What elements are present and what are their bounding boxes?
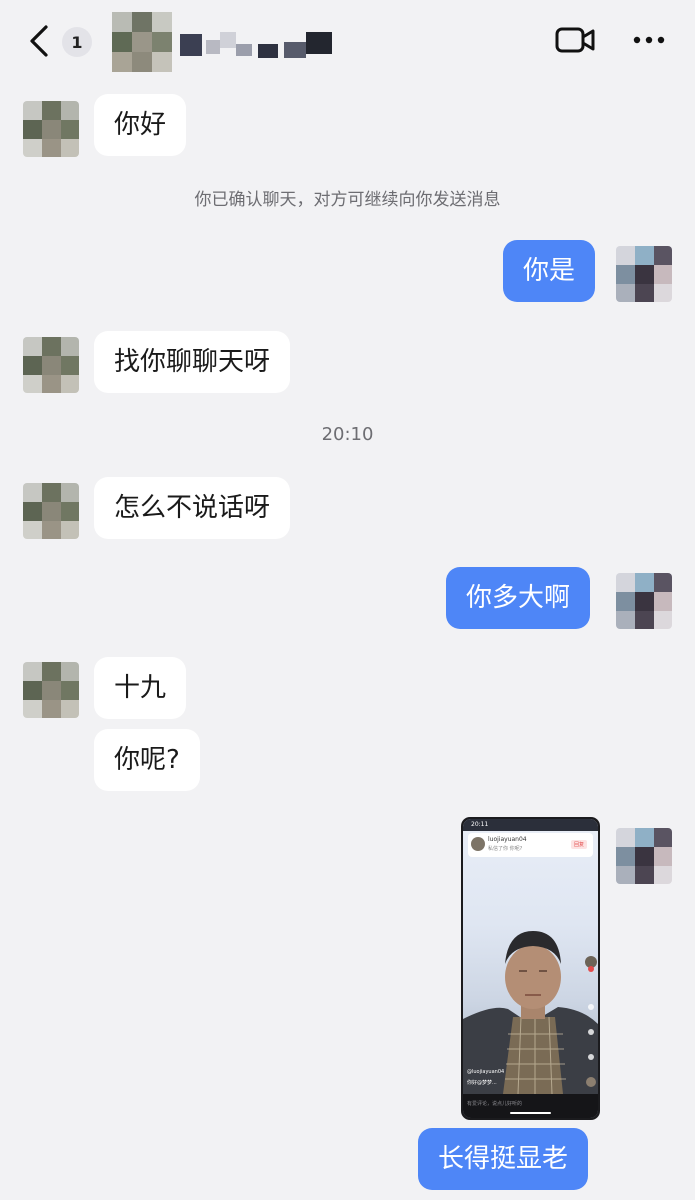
message-bubble-outgoing[interactable]: 长得挺显老	[418, 1128, 589, 1190]
screenshot-caption-user: @luojiayuan04	[467, 1069, 505, 1075]
contact-avatar[interactable]	[23, 662, 79, 718]
message-bubble-incoming[interactable]: 你好	[94, 94, 187, 156]
screenshot-caption-line: 你好@梦梦...	[467, 1080, 497, 1086]
back-button[interactable]	[22, 20, 56, 62]
my-avatar[interactable]	[616, 573, 672, 629]
message-bubble-incoming[interactable]: 十九	[94, 657, 187, 719]
time-divider: 20:10	[321, 424, 374, 445]
message-bubble-incoming[interactable]: 找你聊聊天呀	[94, 331, 291, 393]
shared-screenshot-message[interactable]: 20:11 20:11 luojiayuan04 私信了你 你呢? 回复	[461, 817, 600, 1120]
video-camera-icon	[555, 27, 595, 53]
contact-name-pixelated[interactable]	[180, 30, 335, 60]
unread-count-badge[interactable]: 1	[62, 27, 92, 57]
message-bubble-outgoing[interactable]: 你是	[503, 240, 596, 302]
chevron-left-icon	[30, 25, 48, 57]
contact-avatar[interactable]	[23, 483, 79, 539]
message-bubble-incoming[interactable]: 怎么不说话呀	[94, 477, 291, 539]
message-bubble-incoming[interactable]: 你呢?	[94, 729, 200, 791]
contact-avatar[interactable]	[23, 101, 79, 157]
more-dots-icon	[633, 36, 665, 44]
screenshot-comment-hint: 有爱评论，说点儿好听的	[467, 1101, 523, 1107]
my-avatar[interactable]	[616, 828, 672, 884]
system-notice: 你已确认聊天，对方可继续向你发送消息	[194, 190, 501, 210]
video-call-button[interactable]	[553, 22, 597, 58]
contact-avatar[interactable]	[23, 337, 79, 393]
screenshot-preview: 20:11 20:11 luojiayuan04 私信了你 你呢? 回复	[463, 819, 598, 1118]
contact-avatar-pixelated[interactable]	[112, 12, 172, 72]
my-avatar[interactable]	[616, 246, 672, 302]
message-bubble-outgoing[interactable]: 你多大啊	[446, 567, 591, 629]
more-options-button[interactable]	[627, 22, 671, 58]
chat-header: 1	[0, 0, 695, 78]
